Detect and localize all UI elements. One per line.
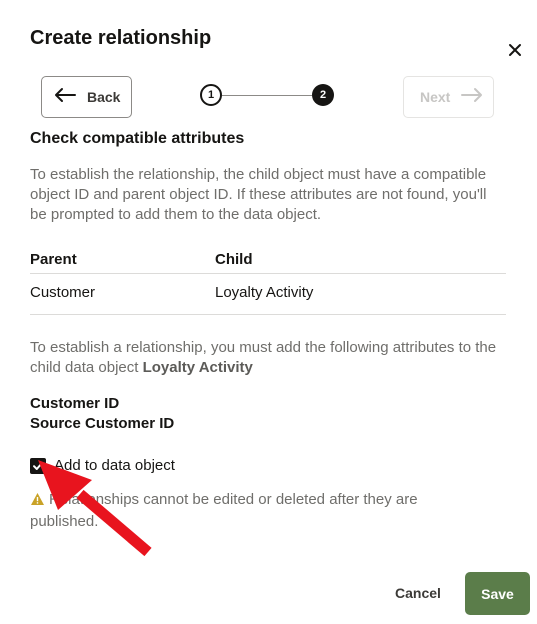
checkbox-checked-icon[interactable] [30, 457, 46, 474]
column-header-parent: Parent [30, 251, 77, 268]
cancel-button[interactable]: Cancel [382, 572, 454, 614]
step-connector [222, 95, 312, 96]
attributes-help-prefix: To establish a relationship, you must ad… [30, 339, 497, 376]
warning-icon [30, 492, 45, 512]
save-button[interactable]: Save [465, 572, 530, 615]
arrow-left-icon [53, 87, 77, 108]
child-object-name: Loyalty Activity [142, 359, 253, 376]
checkbox-label: Add to data object [54, 457, 175, 474]
child-cell: Loyalty Activity [215, 284, 314, 301]
table-header-row: Parent Child [30, 245, 506, 274]
attributes-help-text: To establish a relationship, you must ad… [30, 338, 505, 378]
add-to-data-object-checkbox[interactable]: Add to data object [30, 457, 175, 474]
step-1[interactable]: 1 [200, 84, 222, 106]
back-button[interactable]: Back [41, 76, 132, 118]
close-icon[interactable] [503, 38, 527, 62]
warning-message: Relationships cannot be edited or delete… [30, 490, 460, 532]
create-relationship-dialog: Create relationship Back 1 2 Next Check … [0, 0, 537, 624]
attribute-item: Customer ID [30, 395, 120, 412]
attribute-list: Customer ID Source Customer ID [30, 394, 174, 434]
parent-cell: Customer [30, 284, 96, 301]
step-indicator: 1 2 [200, 83, 340, 109]
step-2[interactable]: 2 [312, 84, 334, 106]
next-button[interactable]: Next [403, 76, 494, 118]
section-title: Check compatible attributes [30, 130, 245, 147]
table-row: Customer Loyalty Activity [30, 274, 506, 315]
arrow-right-icon [460, 87, 484, 108]
attribute-item: Source Customer ID [30, 415, 175, 432]
back-button-label: Back [87, 89, 121, 105]
relationship-table: Parent Child Customer Loyalty Activity [30, 245, 506, 315]
next-button-label: Next [420, 89, 451, 105]
section-help-text: To establish the relationship, the child… [30, 166, 487, 223]
column-header-child: Child [215, 251, 253, 268]
warning-text: Relationships cannot be edited or delete… [30, 491, 418, 530]
dialog-title: Create relationship [30, 27, 212, 49]
